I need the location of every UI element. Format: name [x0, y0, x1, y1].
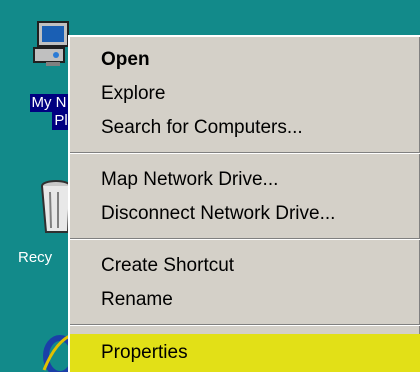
menu-item-properties[interactable]: Properties	[70, 334, 420, 372]
menu-separator	[70, 152, 420, 154]
context-menu: Open Explore Search for Computers... Map…	[68, 35, 420, 372]
menu-item-disconnect-network-drive[interactable]: Disconnect Network Drive...	[70, 197, 420, 231]
desktop-icon-label: My N	[29, 94, 69, 112]
menu-separator	[70, 324, 420, 326]
menu-item-map-network-drive[interactable]: Map Network Drive...	[70, 163, 420, 197]
menu-item-create-shortcut[interactable]: Create Shortcut	[70, 249, 420, 283]
desktop: My N Pl Recy Open Explore Search for Com…	[0, 0, 420, 372]
menu-item-rename[interactable]: Rename	[70, 283, 420, 317]
desktop-icon-label: Recy	[18, 249, 53, 266]
menu-item-open[interactable]: Open	[70, 43, 420, 77]
menu-item-explore[interactable]: Explore	[70, 77, 420, 111]
menu-separator	[70, 238, 420, 240]
menu-item-search-for-computers[interactable]: Search for Computers...	[70, 111, 420, 145]
